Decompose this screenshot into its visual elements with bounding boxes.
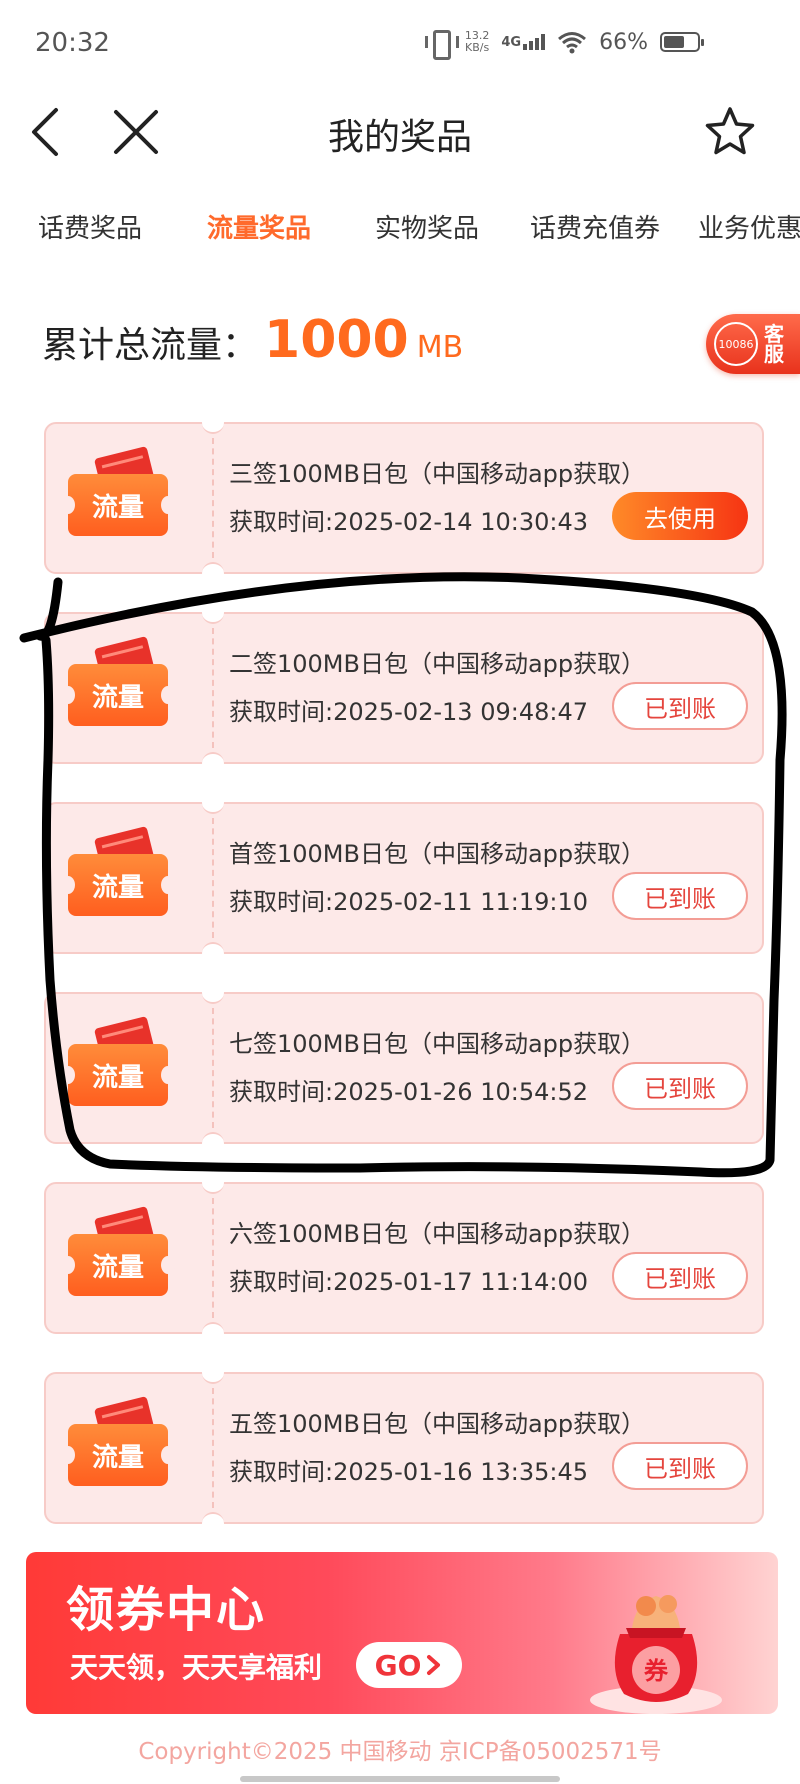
star-icon[interactable] — [702, 104, 758, 160]
prize-time: 获取时间:2025-01-16 13:35:45 — [229, 1458, 588, 1486]
prize-card: 流量 二签100MB日包（中国移动app获取） 获取时间:2025-02-13 … — [44, 602, 764, 774]
prize-card: 流量 首签100MB日包（中国移动app获取） 获取时间:2025-02-11 … — [44, 792, 764, 964]
prize-time: 获取时间:2025-02-13 09:48:47 — [229, 698, 588, 726]
ticket-label: 流量 — [61, 664, 175, 726]
tab-business-offers[interactable]: 业务优惠 — [698, 208, 800, 245]
battery-fill — [664, 36, 685, 48]
tab-data-prizes[interactable]: 流量奖品 — [207, 208, 311, 245]
status-time: 20:32 — [35, 28, 110, 58]
banner-title: 领券中心 — [66, 1582, 267, 1638]
network-speed-unit: KB/s — [465, 41, 490, 54]
ticket-label: 流量 — [61, 1424, 175, 1486]
use-button[interactable]: 去使用 — [612, 492, 748, 540]
prize-title: 七签100MB日包（中国移动app获取） — [229, 1030, 646, 1058]
headset-icon: 10086 — [714, 322, 758, 366]
title-bar: 我的奖品 — [0, 92, 800, 172]
coupon-bag-icon: 券 — [590, 1595, 722, 1714]
prize-time: 获取时间:2025-02-11 11:19:10 — [229, 888, 588, 916]
go-button-label: GO — [374, 1648, 422, 1682]
wifi-icon — [558, 32, 587, 54]
ticket-label: 流量 — [61, 1234, 175, 1296]
service-number: 10086 — [718, 337, 754, 351]
total-data-value: 1000 — [264, 310, 409, 370]
prize-time: 获取时间:2025-01-26 10:54:52 — [229, 1078, 588, 1106]
chevron-right-icon — [427, 1655, 441, 1675]
banner-subtitle: 天天领，天天享福利 — [70, 1651, 323, 1684]
ticket-label: 流量 — [61, 854, 175, 916]
total-data-summary: 累计总流量： 1000 MB — [42, 310, 463, 370]
tab-physical-prizes[interactable]: 实物奖品 — [375, 208, 479, 245]
cellular-signal-icon: 4G — [501, 34, 546, 50]
prize-title: 二签100MB日包（中国移动app获取） — [229, 650, 646, 678]
total-data-unit: MB — [416, 330, 464, 365]
prize-title: 首签100MB日包（中国移动app获取） — [229, 840, 646, 868]
prize-time: 获取时间:2025-02-14 10:30:43 — [229, 508, 588, 536]
tab-recharge-coupons[interactable]: 话费充值券 — [530, 208, 660, 245]
status-icons: 13.2 KB/s 4G 66% — [424, 28, 704, 60]
customer-service-button[interactable]: 10086 客服 — [706, 314, 800, 374]
home-indicator[interactable] — [240, 1776, 560, 1782]
go-button[interactable]: GO — [356, 1642, 462, 1688]
battery-percent: 66% — [599, 29, 648, 55]
received-button[interactable]: 已到账 — [612, 682, 748, 730]
data-ticket-icon: 流量 — [61, 636, 175, 728]
prize-title: 五签100MB日包（中国移动app获取） — [229, 1410, 646, 1438]
data-ticket-icon: 流量 — [61, 1016, 175, 1108]
received-button[interactable]: 已到账 — [612, 1062, 748, 1110]
page-title: 我的奖品 — [327, 117, 472, 158]
data-ticket-icon: 流量 — [61, 1396, 175, 1488]
prize-title: 六签100MB日包（中国移动app获取） — [229, 1220, 646, 1248]
prize-card: 流量 五签100MB日包（中国移动app获取） 获取时间:2025-01-16 … — [44, 1362, 764, 1534]
battery-icon — [660, 32, 704, 52]
received-button[interactable]: 已到账 — [612, 1252, 748, 1300]
prize-tabs: 话费奖品 流量奖品 实物奖品 话费充值券 业务优惠 — [0, 198, 800, 258]
service-label: 客服 — [764, 322, 784, 366]
copyright-text: Copyright©2025 中国移动 京ICP备05002571号 — [138, 1739, 662, 1765]
received-button[interactable]: 已到账 — [612, 1442, 748, 1490]
data-ticket-icon: 流量 — [61, 1206, 175, 1298]
data-ticket-icon: 流量 — [61, 826, 175, 918]
tab-phone-bill-prizes[interactable]: 话费奖品 — [38, 208, 142, 245]
total-data-label: 累计总流量： — [42, 325, 259, 366]
received-button[interactable]: 已到账 — [612, 872, 748, 920]
network-type: 4G — [501, 35, 522, 50]
prize-time: 获取时间:2025-01-17 11:14:00 — [229, 1268, 588, 1296]
prize-card: 流量 三签100MB日包（中国移动app获取） 获取时间:2025-02-14 … — [44, 412, 764, 584]
vibrate-icon — [424, 28, 459, 60]
data-ticket-icon: 流量 — [61, 446, 175, 538]
prize-title: 三签100MB日包（中国移动app获取） — [229, 460, 646, 488]
ticket-label: 流量 — [61, 474, 175, 536]
ticket-label: 流量 — [61, 1044, 175, 1106]
network-speed: 13.2 KB/s — [465, 30, 490, 54]
coupon-center-banner[interactable]: 领券中心 天天领，天天享福利 GO 券 — [26, 1552, 778, 1714]
prize-card: 流量 七签100MB日包（中国移动app获取） 获取时间:2025-01-26 … — [44, 982, 764, 1154]
status-bar: 20:32 13.2 KB/s 4G 66% — [0, 0, 800, 92]
prize-card: 流量 六签100MB日包（中国移动app获取） 获取时间:2025-01-17 … — [44, 1172, 764, 1344]
coupon-badge: 券 — [644, 1657, 669, 1685]
